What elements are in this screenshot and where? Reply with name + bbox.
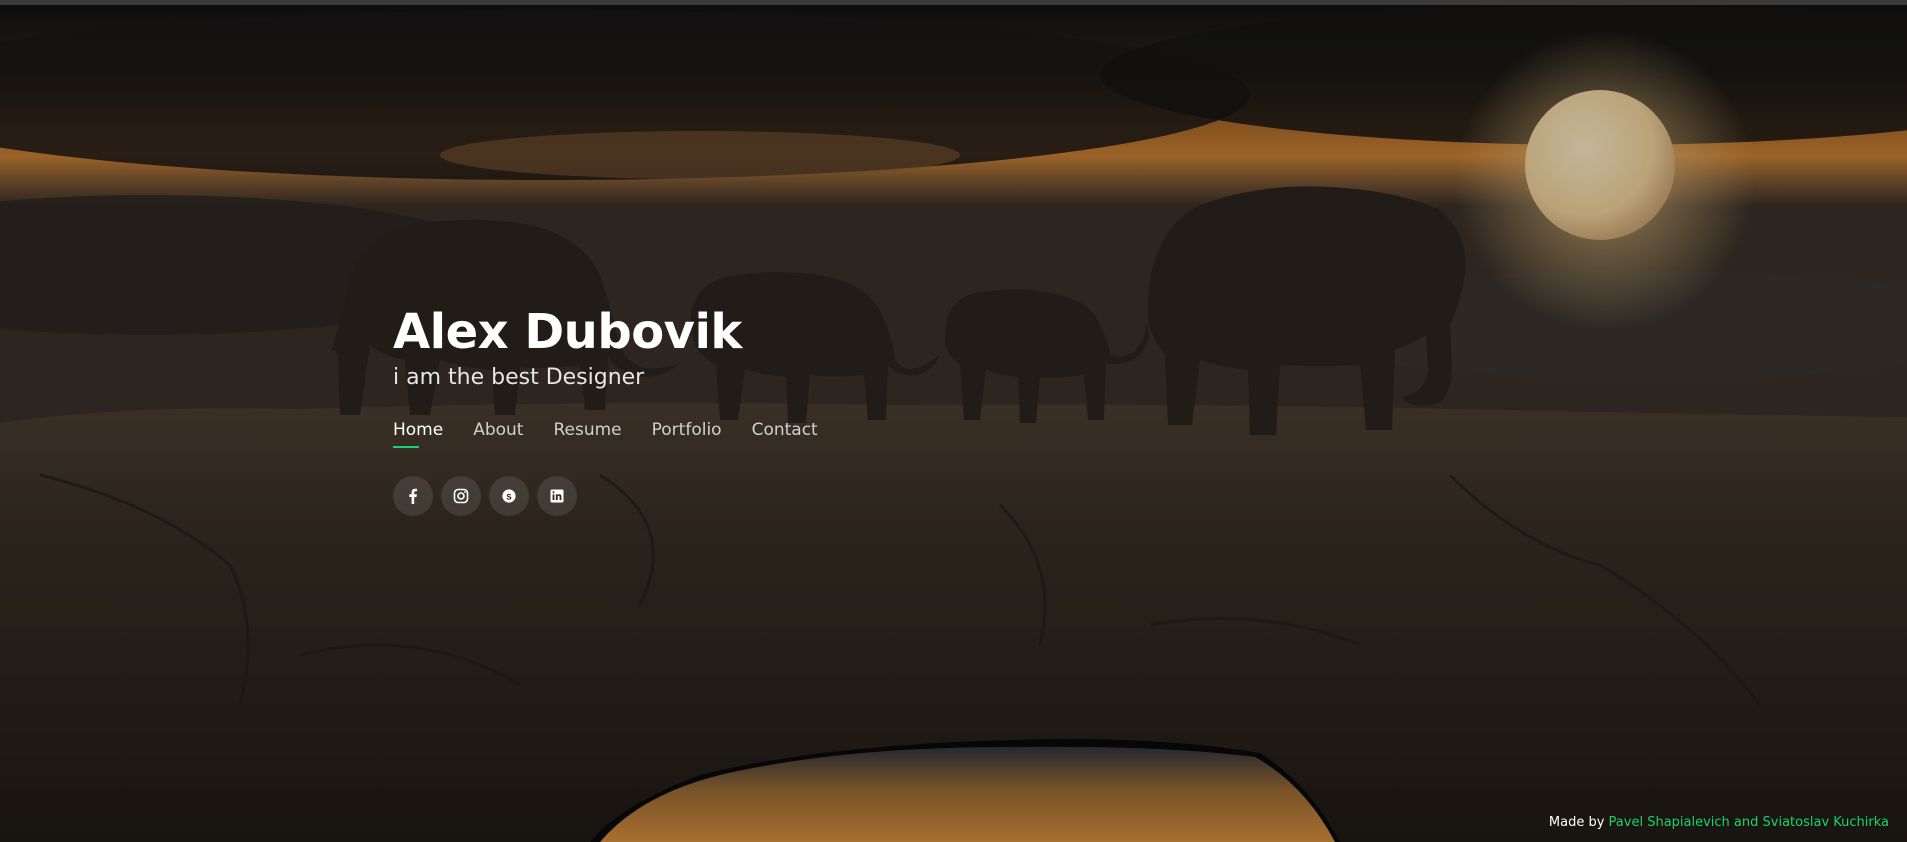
social-links [393, 476, 848, 516]
linkedin-icon [550, 489, 564, 503]
hero-tagline: i am the best Designer [393, 365, 645, 390]
nav-contact[interactable]: Contact [752, 420, 818, 448]
window-top-border [0, 0, 1907, 5]
instagram-link[interactable] [441, 476, 481, 516]
instagram-icon [453, 488, 469, 504]
hero-section: Alex Dubovik i am the best Designer Home… [0, 5, 1907, 842]
credits-authors-link[interactable]: Pavel Shapialevich and Sviatoslav Kuchir… [1609, 815, 1889, 830]
facebook-link[interactable] [393, 476, 433, 516]
linkedin-link[interactable] [537, 476, 577, 516]
hero-dim-overlay [0, 5, 1907, 842]
hero-content: Alex Dubovik i am the best Designer Home… [393, 303, 848, 516]
main-nav: Home About Resume Portfolio Contact [393, 420, 848, 448]
nav-resume[interactable]: Resume [553, 420, 621, 448]
skype-link[interactable] [489, 476, 529, 516]
nav-home[interactable]: Home [393, 420, 443, 448]
nav-about[interactable]: About [473, 420, 523, 448]
credits-prefix: Made by [1548, 815, 1605, 830]
nav-portfolio[interactable]: Portfolio [652, 420, 722, 448]
footer-credits: Made by Pavel Shapialevich and Sviatosla… [1549, 815, 1889, 830]
facebook-icon [409, 488, 417, 504]
hero-name: Alex Dubovik [393, 304, 742, 360]
skype-icon [502, 489, 516, 503]
